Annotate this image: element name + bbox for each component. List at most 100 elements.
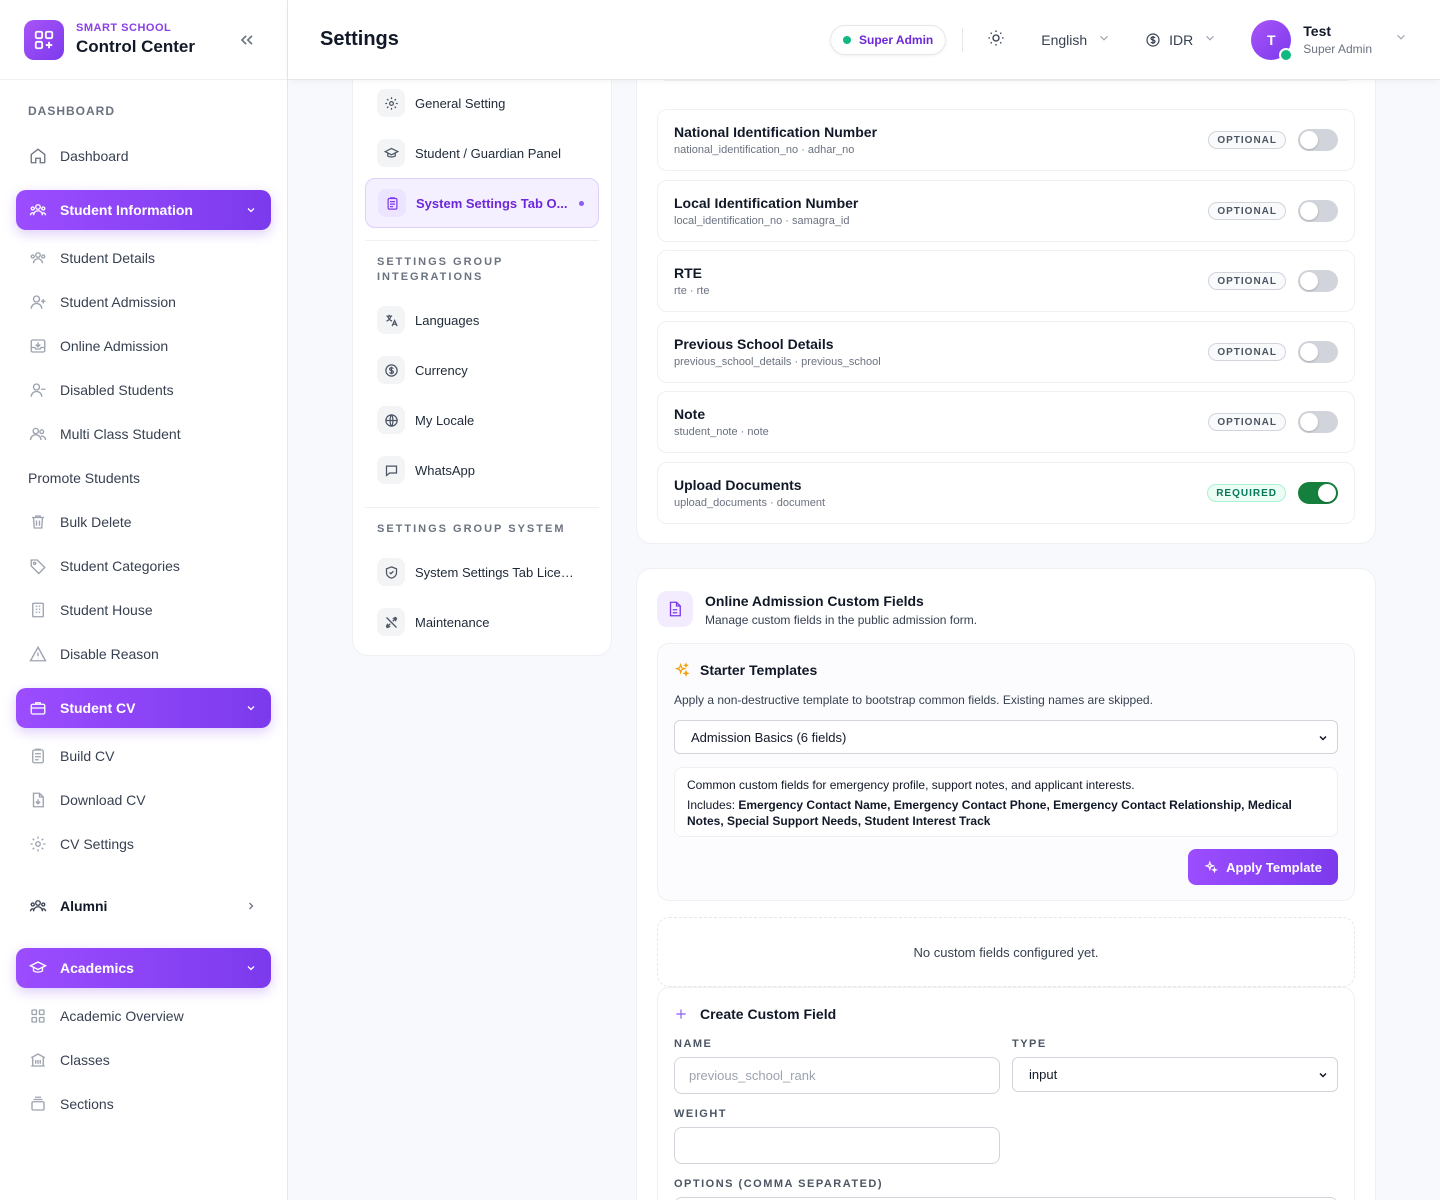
- settings-nav-maintenance[interactable]: Maintenance: [365, 597, 599, 647]
- settings-group-heading: SETTINGS GROUP SYSTEM: [377, 523, 566, 535]
- sidebar-item-build-cv[interactable]: Build CV: [16, 734, 271, 778]
- chevron-down-icon: [245, 701, 257, 717]
- weight-input[interactable]: [674, 1127, 1000, 1164]
- field-toggle[interactable]: [1298, 411, 1338, 433]
- settings-nav-general[interactable]: General Setting: [365, 78, 599, 128]
- type-label: TYPE: [1012, 1038, 1047, 1050]
- collapse-sidebar-icon[interactable]: [237, 30, 257, 50]
- sidebar-item-label: Online Admission: [60, 338, 169, 354]
- field-toggle[interactable]: [1298, 341, 1338, 363]
- settings-nav-label: Languages: [415, 312, 480, 328]
- field-status-badge: OPTIONAL: [1208, 131, 1286, 149]
- field-toggle[interactable]: [1298, 129, 1338, 151]
- tag-icon: [28, 556, 48, 576]
- name-label: NAME: [674, 1038, 713, 1050]
- sparkles-icon: [1204, 860, 1226, 874]
- chat-bubble-icon: [377, 456, 405, 484]
- inbox-download-icon: [28, 336, 48, 356]
- sidebar-item-disable-reason[interactable]: Disable Reason: [16, 632, 271, 676]
- template-select[interactable]: Admission Basics (6 fields): [674, 720, 1338, 754]
- field-status-badge: OPTIONAL: [1208, 202, 1286, 220]
- sun-icon: [987, 29, 1005, 50]
- briefcase-icon: [28, 698, 48, 718]
- trash-icon: [28, 512, 48, 532]
- building-icon: [28, 600, 48, 620]
- dollar-circle-icon: [1145, 32, 1161, 48]
- document-icon: [657, 591, 693, 627]
- sidebar-item-academic-overview[interactable]: Academic Overview: [16, 994, 271, 1038]
- template-select-value: Admission Basics (6 fields): [691, 729, 847, 745]
- settings-nav-whatsapp[interactable]: WhatsApp: [365, 445, 599, 495]
- brand-title: Control Center: [76, 37, 195, 56]
- dollar-circle-icon: [377, 356, 405, 384]
- tools-icon: [377, 608, 405, 636]
- sidebar-item-student-categories[interactable]: Student Categories: [16, 544, 271, 588]
- top-header: Settings Super Admin English IDR T Test: [288, 0, 1440, 80]
- sidebar-item-classes[interactable]: Classes: [16, 1038, 271, 1082]
- shield-check-icon: [377, 558, 405, 586]
- name-input[interactable]: previous_school_rank: [674, 1057, 1000, 1094]
- field-toggle[interactable]: [1298, 200, 1338, 222]
- sidebar-group-student-cv[interactable]: Student CV: [16, 688, 271, 728]
- sidebar-item-label: Sections: [60, 1096, 114, 1112]
- sidebar-item-bulk-delete[interactable]: Bulk Delete: [16, 500, 271, 544]
- settings-nav-label: Maintenance: [415, 614, 490, 630]
- sidebar-item-label: CV Settings: [60, 836, 134, 852]
- sidebar-group-alumni[interactable]: Alumni: [16, 886, 271, 926]
- clipboard-list-icon: [378, 189, 406, 217]
- layers-icon: [28, 1094, 48, 1114]
- language-label: English: [1041, 31, 1088, 48]
- settings-nav-student-guardian[interactable]: Student / Guardian Panel: [365, 128, 599, 178]
- sidebar-group-academics[interactable]: Academics: [16, 948, 271, 988]
- custom-fields-card: Online Admission Custom Fields Manage cu…: [636, 568, 1376, 1200]
- currency-select[interactable]: IDR: [1145, 31, 1217, 48]
- template-info-text: Common custom fields for emergency profi…: [687, 778, 1135, 792]
- sidebar-item-cv-settings[interactable]: CV Settings: [16, 822, 271, 866]
- home-icon: [28, 146, 48, 166]
- sidebar-group-label: Student CV: [60, 700, 136, 716]
- theme-toggle-button[interactable]: [987, 29, 1005, 50]
- sidebar-item-label: Student Categories: [60, 558, 180, 574]
- language-select[interactable]: English: [1041, 31, 1111, 48]
- field-row: National Identification Number national_…: [657, 109, 1355, 171]
- role-badge: Super Admin: [830, 24, 947, 55]
- settings-nav-system-settings-tab[interactable]: System Settings Tab O...: [365, 178, 599, 228]
- user-menu[interactable]: T Test Super Admin: [1251, 19, 1408, 62]
- field-row: Note student_note · note OPTIONAL: [657, 391, 1355, 453]
- sidebar-item-disabled-students[interactable]: Disabled Students: [16, 368, 271, 412]
- settings-nav-languages[interactable]: Languages: [365, 295, 599, 345]
- users-icon: [28, 248, 48, 268]
- settings-nav-my-locale[interactable]: My Locale: [365, 395, 599, 445]
- weight-label: WEIGHT: [674, 1108, 727, 1120]
- section-subtitle: Manage custom fields in the public admis…: [705, 613, 978, 627]
- sidebar-item-promote-students[interactable]: Promote Students: [16, 456, 271, 500]
- field-status-badge: OPTIONAL: [1208, 272, 1286, 290]
- sidebar-item-student-details[interactable]: Student Details: [16, 236, 271, 280]
- sidebar-item-label: Dashboard: [60, 148, 129, 164]
- settings-nav-label: System Settings Tab O...: [416, 195, 568, 211]
- sidebar-item-sections[interactable]: Sections: [16, 1082, 271, 1126]
- sidebar-item-online-admission[interactable]: Online Admission: [16, 324, 271, 368]
- settings-nav-currency[interactable]: Currency: [365, 345, 599, 395]
- sidebar-item-label: Disabled Students: [60, 382, 174, 398]
- toggle-knob: [1300, 343, 1318, 361]
- sidebar-item-dashboard[interactable]: Dashboard: [16, 134, 271, 178]
- template-includes-list: Emergency Contact Name, Emergency Contac…: [687, 798, 1292, 828]
- type-select[interactable]: input: [1012, 1057, 1338, 1092]
- field-toggle[interactable]: [1298, 482, 1338, 504]
- settings-nav-license[interactable]: System Settings Tab License: [365, 547, 599, 597]
- sidebar-group-student-information[interactable]: Student Information: [16, 190, 271, 230]
- field-toggle[interactable]: [1298, 270, 1338, 292]
- toggle-knob: [1300, 202, 1318, 220]
- sidebar-item-student-house[interactable]: Student House: [16, 588, 271, 632]
- user-role: Super Admin: [1303, 42, 1372, 56]
- settings-nav-label: General Setting: [415, 95, 506, 111]
- field-status-badge: REQUIRED: [1207, 484, 1286, 502]
- apply-template-button[interactable]: Apply Template: [1188, 849, 1338, 885]
- system-fields-card: National Identification Number national_…: [636, 21, 1376, 544]
- sidebar-item-student-admission[interactable]: Student Admission: [16, 280, 271, 324]
- avatar: T: [1251, 19, 1294, 62]
- sidebar-item-download-cv[interactable]: Download CV: [16, 778, 271, 822]
- status-dot: [843, 35, 851, 44]
- sidebar-item-multi-class-student[interactable]: Multi Class Student: [16, 412, 271, 456]
